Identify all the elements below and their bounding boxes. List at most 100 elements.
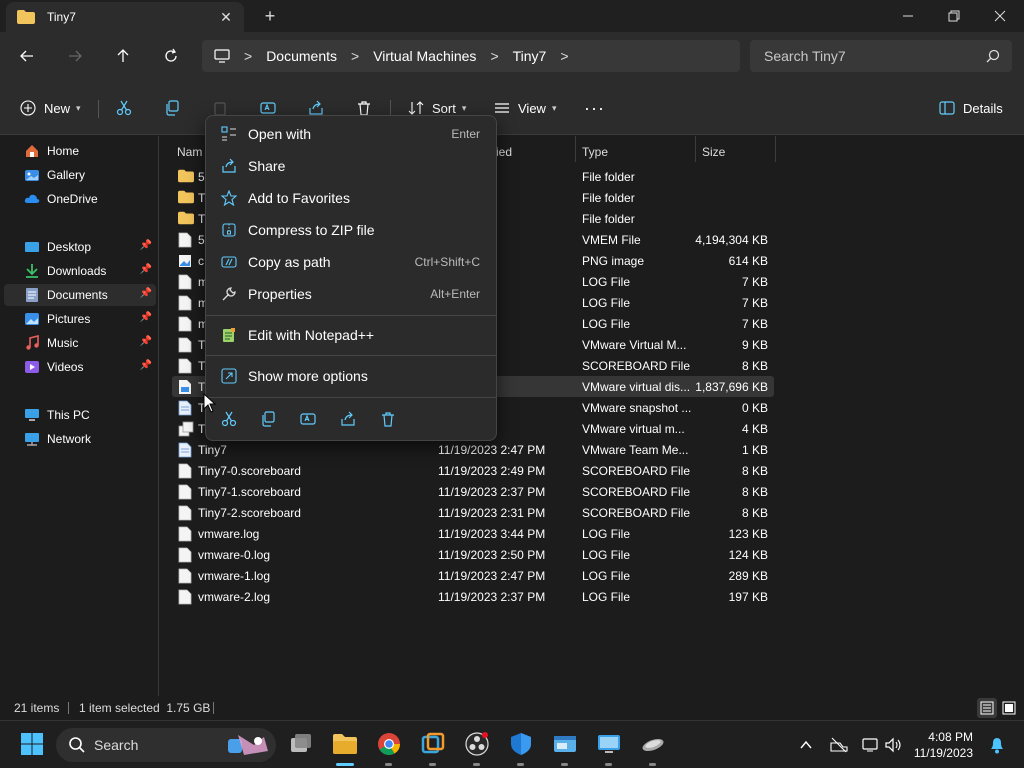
start-button[interactable] — [19, 731, 45, 757]
file-image-icon — [178, 253, 192, 268]
breadcrumb-tiny7[interactable]: Tiny7 — [513, 48, 547, 64]
taskbar-file-explorer[interactable] — [332, 731, 358, 757]
taskbar-clock[interactable]: 4:08 PM 11/19/2023 — [913, 729, 973, 761]
file-row[interactable]: vmware-2.log 11/19/2023 2:37 PM LOG File 19… — [172, 586, 774, 607]
menu-item-properties[interactable]: Properties Alt+Enter — [210, 279, 492, 309]
show-hidden-icons-button[interactable] — [796, 735, 816, 755]
up-button[interactable] — [112, 45, 134, 67]
column-header-type[interactable]: Type — [582, 140, 608, 164]
file-row[interactable]: vmware-1.log 11/19/2023 2:47 PM LOG File 28… — [172, 565, 774, 586]
breadcrumb-separator[interactable]: > — [560, 48, 568, 64]
taskbar-vmware[interactable] — [420, 731, 446, 757]
menu-item-copy-as-path[interactable]: Copy as path Ctrl+Shift+C — [210, 247, 492, 277]
copy-button[interactable] — [164, 96, 180, 120]
file-row[interactable]: Tiny7-2.scoreboard 11/19/2023 2:31 PM SCOR… — [172, 502, 774, 523]
sidebar-item-network[interactable]: Network — [4, 428, 156, 450]
breadcrumb-separator[interactable]: > — [490, 48, 498, 64]
notifications-button[interactable] — [987, 735, 1007, 755]
task-view-icon — [291, 734, 311, 752]
column-header-name[interactable]: Nam — [177, 140, 202, 164]
sidebar-item-videos[interactable]: Videos 📌 — [4, 356, 156, 378]
pin-icon: 📌 — [139, 312, 152, 323]
more-options-button[interactable]: ··· — [584, 96, 605, 120]
pin-icon: 📌 — [139, 264, 152, 275]
remote-desktop-icon — [598, 735, 620, 753]
new-button[interactable]: New ▾ — [20, 96, 81, 120]
menu-rename-button[interactable] — [297, 408, 319, 430]
file-row[interactable]: Tiny7-1.scoreboard 11/19/2023 2:37 PM SCOR… — [172, 481, 774, 502]
sidebar-item-documents[interactable]: Documents 📌 — [4, 284, 156, 306]
close-window-button[interactable] — [977, 0, 1023, 32]
sidebar-item-onedrive[interactable]: OneDrive — [4, 188, 156, 210]
search-input[interactable]: Search Tiny7 — [750, 40, 1012, 72]
network-disconnected-icon — [830, 737, 848, 753]
taskbar-app-window[interactable] — [552, 731, 578, 757]
details-view-button[interactable] — [977, 698, 997, 718]
tab-tiny7[interactable]: Tiny7 ✕ — [6, 2, 244, 32]
menu-item-label: Compress to ZIP file — [248, 222, 375, 238]
taskbar-mouse-app[interactable] — [640, 731, 666, 757]
taskbar-security[interactable] — [508, 731, 534, 757]
menu-item-compress-zip[interactable]: Compress to ZIP file — [210, 215, 492, 245]
menu-share-button[interactable] — [337, 408, 359, 430]
chevron-down-icon: ▾ — [461, 102, 467, 113]
taskbar-search[interactable]: Search — [56, 728, 276, 762]
column-header-date-modified[interactable]: ied — [496, 140, 512, 164]
sidebar-item-this-pc[interactable]: This PC — [4, 404, 156, 426]
menu-item-add-to-favorites[interactable]: Add to Favorites — [210, 183, 492, 213]
file-row[interactable]: Tiny7-0.scoreboard 11/19/2023 2:49 PM SCOR… — [172, 460, 774, 481]
sidebar-item-home[interactable]: Home — [4, 140, 156, 162]
column-header-size[interactable]: Size — [702, 140, 725, 164]
file-file-icon — [178, 505, 192, 521]
file-row[interactable]: Tiny7 11/19/2023 2:47 PM VMware Team Me...… — [172, 439, 774, 460]
tray-volume[interactable] — [884, 735, 904, 755]
pin-icon: 📌 — [139, 288, 152, 299]
tray-display[interactable] — [861, 735, 881, 755]
tray-network-status[interactable] — [829, 735, 849, 755]
sidebar-item-desktop[interactable]: Desktop 📌 — [4, 236, 156, 258]
taskbar-chrome[interactable] — [376, 731, 402, 757]
sidebar-item-gallery[interactable]: Gallery — [4, 164, 156, 186]
breadcrumb-separator[interactable]: > — [351, 48, 359, 64]
tiles-view-button[interactable] — [999, 698, 1019, 718]
menu-item-open-with[interactable]: Open with Enter — [210, 119, 492, 149]
column-divider[interactable] — [695, 136, 696, 162]
menu-item-edit-notepadpp[interactable]: Edit with Notepad++ — [210, 320, 492, 350]
restore-button[interactable] — [931, 0, 977, 32]
file-name: vmware-0.log — [198, 548, 271, 562]
sidebar-item-music[interactable]: Music 📌 — [4, 332, 156, 354]
refresh-button[interactable] — [160, 45, 182, 67]
sidebar-item-pictures[interactable]: Pictures 📌 — [4, 308, 156, 330]
column-divider[interactable] — [775, 136, 776, 162]
file-type: VMware virtual m... — [582, 422, 685, 436]
sidebar-item-downloads[interactable]: Downloads 📌 — [4, 260, 156, 282]
forward-button[interactable] — [64, 45, 86, 67]
file-vmfile2-icon — [178, 421, 194, 437]
menu-copy-button[interactable] — [257, 408, 279, 430]
download-icon — [24, 263, 40, 279]
menu-delete-button[interactable] — [377, 408, 399, 430]
menu-cut-button[interactable] — [218, 408, 240, 430]
address-bar[interactable]: > Documents > Virtual Machines > Tiny7 > — [202, 40, 740, 72]
view-button[interactable]: View ▾ — [494, 96, 556, 120]
menu-item-label: Show more options — [248, 368, 368, 384]
cut-button[interactable] — [116, 96, 132, 120]
column-divider[interactable] — [575, 136, 576, 162]
sidebar-item-label: Network — [47, 432, 92, 446]
task-view-button[interactable] — [288, 731, 314, 757]
breadcrumb-virtual-machines[interactable]: Virtual Machines — [373, 48, 476, 64]
breadcrumb-documents[interactable]: Documents — [266, 48, 337, 64]
file-date-modified: 11/19/2023 2:47 PM — [438, 569, 546, 583]
file-row[interactable]: vmware-0.log 11/19/2023 2:50 PM LOG File 12… — [172, 544, 774, 565]
new-tab-button[interactable]: + — [261, 7, 279, 25]
breadcrumb-separator[interactable]: > — [244, 48, 252, 64]
menu-item-show-more-options[interactable]: Show more options — [210, 361, 492, 391]
file-row[interactable]: vmware.log 11/19/2023 3:44 PM LOG File 123 … — [172, 523, 774, 544]
menu-item-share[interactable]: Share — [210, 151, 492, 181]
tab-close-button[interactable]: ✕ — [218, 9, 234, 25]
taskbar-obs[interactable] — [464, 731, 490, 757]
minimize-button[interactable] — [885, 0, 931, 32]
taskbar-remote-desktop[interactable] — [596, 731, 622, 757]
details-pane-button[interactable]: Details — [939, 96, 1003, 120]
back-button[interactable] — [16, 45, 38, 67]
